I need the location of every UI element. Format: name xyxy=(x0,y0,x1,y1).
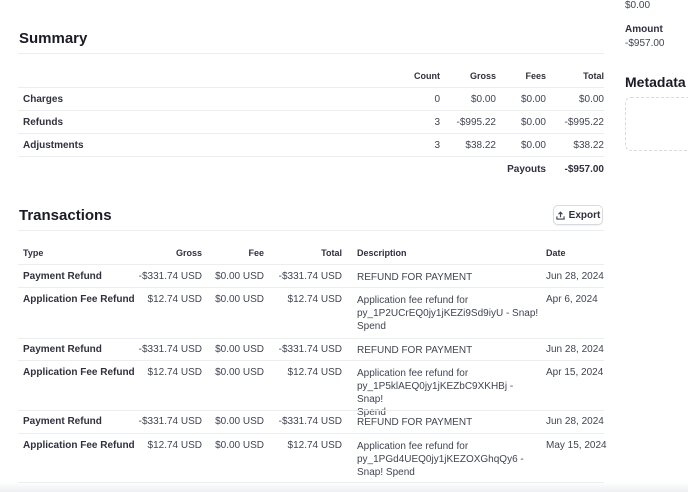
summary-row-label: Adjustments xyxy=(23,140,84,151)
summary-row-fees: $0.00 xyxy=(520,94,546,105)
tx-row-gross: $12.74 USD xyxy=(147,367,202,378)
tx-row-date: Apr 15, 2024 xyxy=(546,367,604,378)
tx-row-type: Application Fee Refund xyxy=(23,367,135,378)
tx-row-description: REFUND FOR PAYMENT xyxy=(357,272,473,283)
tx-header-fee: Fee xyxy=(248,248,264,258)
transactions-divider xyxy=(18,230,604,231)
summary-row-count: 3 xyxy=(434,140,440,151)
summary-header-fees: Fees xyxy=(525,71,546,81)
summary-row-line xyxy=(18,156,604,157)
tx-row-gross: -$331.74 USD xyxy=(138,271,202,282)
summary-row-line xyxy=(18,87,604,88)
summary-row-line xyxy=(18,133,604,134)
tx-row-date: Apr 6, 2024 xyxy=(546,294,598,305)
tx-header-description: Description xyxy=(357,248,407,258)
tx-row-gross: $12.74 USD xyxy=(147,440,202,451)
tx-row-date: Jun 28, 2024 xyxy=(546,344,604,355)
metadata-title: Metadata xyxy=(625,74,686,90)
side-top-value: $0.00 xyxy=(625,0,651,11)
tx-row-line xyxy=(18,360,604,361)
amount-value: -$957.00 xyxy=(625,38,665,49)
tx-row-gross: -$331.74 USD xyxy=(138,416,202,427)
summary-row-total: $38.22 xyxy=(573,140,604,151)
tx-header-total: Total xyxy=(321,248,342,258)
summary-title: Summary xyxy=(19,30,88,47)
tx-row-date: Jun 28, 2024 xyxy=(546,271,604,282)
tx-row-fee: $0.00 USD xyxy=(215,294,264,305)
summary-row-line xyxy=(18,110,604,111)
export-button[interactable]: Export xyxy=(553,205,603,225)
metadata-empty-box[interactable] xyxy=(625,97,688,151)
tx-row-line xyxy=(18,264,604,265)
tx-row-date: Jun 28, 2024 xyxy=(546,416,604,427)
tx-row-type: Payment Refund xyxy=(23,344,102,355)
tx-row-date: May 15, 2024 xyxy=(546,440,607,451)
payouts-label: Payouts xyxy=(507,164,546,175)
summary-row-count: 0 xyxy=(434,94,440,105)
tx-row-line xyxy=(18,433,604,434)
summary-row-total: -$995.22 xyxy=(564,117,604,128)
tx-row-type: Payment Refund xyxy=(23,271,102,282)
tx-row-total: $12.74 USD xyxy=(287,440,342,451)
tx-row-description: Application fee refund for py_1PGd4UEQ0j… xyxy=(357,441,524,478)
export-label: Export xyxy=(568,209,601,221)
summary-row-label: Refunds xyxy=(23,117,63,128)
tx-row-fee: $0.00 USD xyxy=(215,416,264,427)
tx-row-line xyxy=(18,338,604,339)
tx-row-total: -$331.74 USD xyxy=(278,271,342,282)
summary-row-fees: $0.00 xyxy=(520,140,546,151)
tx-header-date: Date xyxy=(546,248,566,258)
tx-row-total: $12.74 USD xyxy=(287,367,342,378)
tx-row-line xyxy=(18,287,604,288)
tx-header-type: Type xyxy=(23,248,44,258)
tx-row-fee: $0.00 USD xyxy=(215,344,264,355)
summary-row-gross: $38.22 xyxy=(465,140,496,151)
tx-row-description: Application fee refund for py_1P2UCrEQ0j… xyxy=(357,295,539,332)
tx-row-type: Application Fee Refund xyxy=(23,294,135,305)
amount-label: Amount xyxy=(625,24,663,35)
tx-row-fee: $0.00 USD xyxy=(215,367,264,378)
tx-row-fee: $0.00 USD xyxy=(215,271,264,282)
tx-row-description: REFUND FOR PAYMENT xyxy=(357,417,473,428)
summary-row-count: 3 xyxy=(434,117,440,128)
transactions-title: Transactions xyxy=(19,207,112,224)
payouts-value: -$957.00 xyxy=(564,164,604,175)
tx-header-gross: Gross xyxy=(175,248,202,258)
export-icon xyxy=(555,210,565,220)
summary-row-gross: -$995.22 xyxy=(456,117,496,128)
summary-row-total: $0.00 xyxy=(578,94,604,105)
bottom-fade xyxy=(0,482,688,492)
tx-row-total: $12.74 USD xyxy=(287,294,342,305)
tx-row-gross: -$331.74 USD xyxy=(138,344,202,355)
summary-row-gross: $0.00 xyxy=(470,94,496,105)
summary-header-count: Count xyxy=(414,71,440,81)
tx-row-description: Application fee refund for py_1P5klAEQ0j… xyxy=(357,368,514,418)
tx-row-line xyxy=(18,410,604,411)
tx-row-gross: $12.74 USD xyxy=(147,294,202,305)
tx-row-fee: $0.00 USD xyxy=(215,440,264,451)
summary-header-gross: Gross xyxy=(469,71,496,81)
summary-row-fees: $0.00 xyxy=(520,117,546,128)
tx-row-total: -$331.74 USD xyxy=(278,416,342,427)
tx-row-type: Payment Refund xyxy=(23,416,102,427)
summary-row-label: Charges xyxy=(23,94,64,105)
summary-header-total: Total xyxy=(583,71,604,81)
tx-row-total: -$331.74 USD xyxy=(278,344,342,355)
tx-row-type: Application Fee Refund xyxy=(23,440,135,451)
summary-divider xyxy=(18,53,604,54)
tx-row-description: REFUND FOR PAYMENT xyxy=(357,345,473,356)
